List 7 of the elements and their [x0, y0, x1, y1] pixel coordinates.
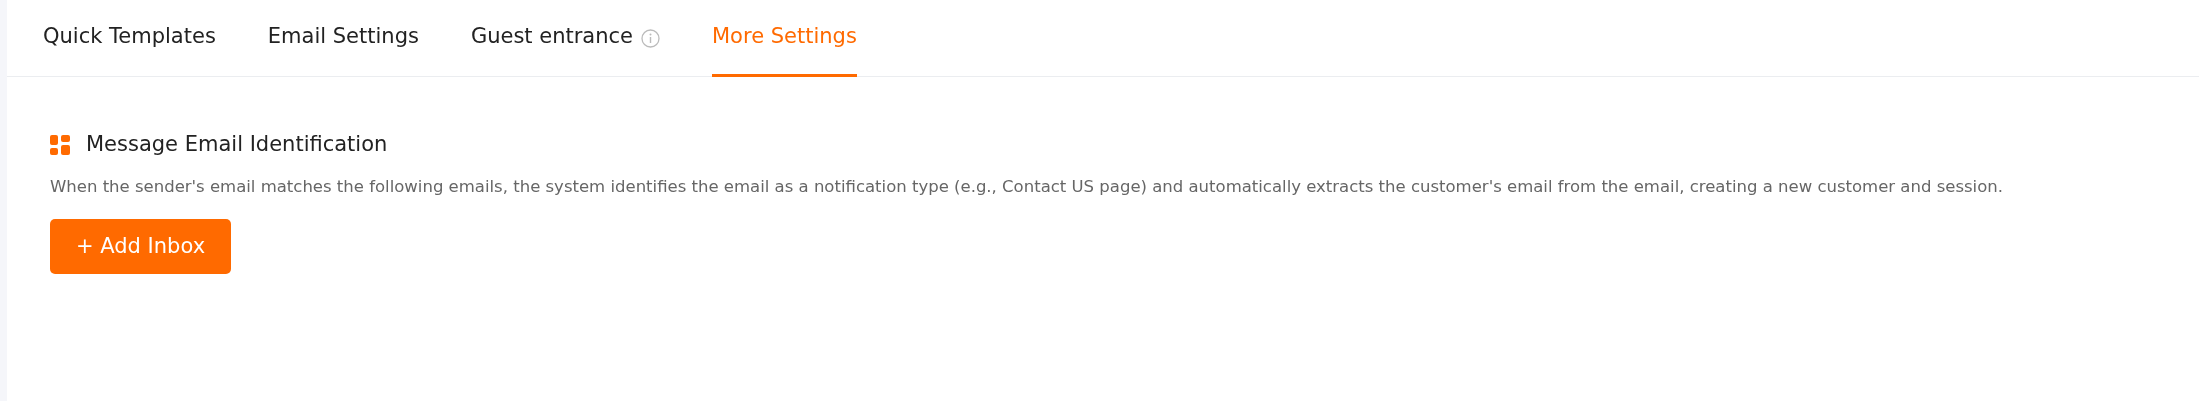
- info-icon[interactable]: [641, 28, 660, 48]
- tab[interactable]: Guest entrance: [470, 0, 633, 77]
- grid-icon: [50, 134, 70, 155]
- tab[interactable]: Email Settings: [267, 0, 419, 77]
- section-description: When the sender's email matches the following emails, the system identifies the email as a notification type (e.g., Contact US page) and automatically extracts the customer's email from the email, creating a new customer and session.: [50, 175, 2004, 198]
- tab[interactable]: Quick Templates: [43, 0, 216, 77]
- section-title: Message Email Identification: [86, 131, 388, 158]
